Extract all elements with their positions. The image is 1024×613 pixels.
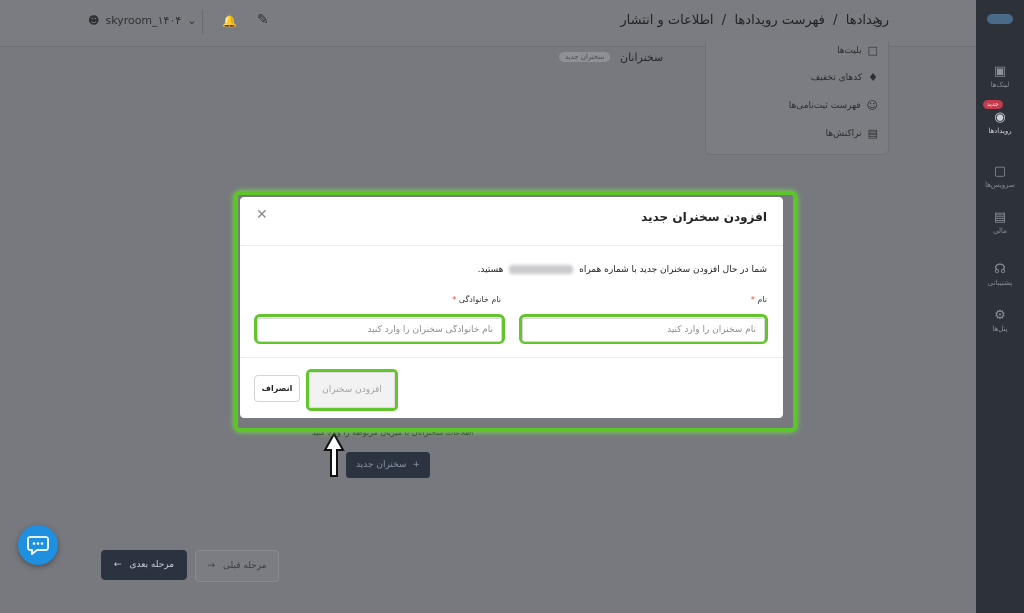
add-speaker-modal: افزودن سخنران جدید ✕ شما در حال افزودن س…: [240, 197, 783, 418]
breadcrumb: رویدادها / فهرست رویدادها / اطلاعات و ان…: [620, 13, 889, 28]
location-icon: ◉: [994, 110, 1006, 125]
logo: [987, 14, 1013, 24]
headset-icon: ☊: [994, 262, 1006, 277]
menu-item-discounts[interactable]: ♦ کدهای تخفیف: [811, 71, 878, 84]
breadcrumb-events[interactable]: رویدادها: [846, 13, 889, 28]
speakers-tag: سخنران جدید: [559, 52, 611, 62]
modal-description: شما در حال افزودن سخنران جدید با شماره ه…: [478, 265, 767, 275]
chevron-right-icon[interactable]: ›: [874, 10, 880, 29]
sidebar-item-links[interactable]: ▣ لینک‌ها: [976, 64, 1024, 89]
user-menu[interactable]: ☻ skyroom_۱۴۰۴ ⌄: [88, 14, 197, 27]
description-suffix: هستید.: [477, 265, 504, 275]
plus-icon: +: [412, 460, 421, 470]
breadcrumb-events-list[interactable]: فهرست رویدادها: [734, 13, 824, 28]
sidebar-item-events[interactable]: ◉ رویدادها: [976, 110, 1024, 135]
tag-icon: ♦: [868, 71, 878, 84]
description-prefix: شما در حال افزودن سخنران جدید با شماره ه…: [579, 265, 767, 275]
menu-item-tickets[interactable]: □ بلیت‌ها: [837, 44, 878, 57]
breadcrumb-info-publish: اطلاعات و انتشار: [620, 13, 714, 28]
add-speaker-highlight: افزودن سخنران: [306, 369, 398, 411]
topbar-divider: [202, 10, 203, 34]
bell-icon[interactable]: 🔔: [222, 14, 237, 28]
add-speaker-button[interactable]: افزودن سخنران: [309, 372, 395, 408]
modal-footer-divider: [240, 357, 783, 358]
next-step-label: مرحله بعدی: [129, 560, 175, 570]
settings-icon: ⚙: [994, 308, 1006, 323]
sidebar-item-finance[interactable]: ▤ مالی: [976, 210, 1024, 235]
link-icon: ▣: [993, 64, 1007, 79]
menu-item-registrants[interactable]: ☺ فهرست ثبت‌نامی‌ها: [789, 99, 878, 112]
modal-header-divider: [240, 245, 783, 246]
ticket-icon: □: [867, 44, 878, 57]
chat-bubble-icon: [27, 536, 49, 555]
last-name-label: نام خانوادگی *: [452, 295, 501, 304]
cancel-button[interactable]: انصراف: [254, 375, 300, 402]
menu-item-transactions[interactable]: ▤ تراکنش‌ها: [826, 127, 878, 140]
pointer-arrow-icon: [323, 432, 345, 477]
card-icon: ▤: [993, 210, 1007, 225]
chat-support-button[interactable]: [18, 525, 58, 565]
last-name-highlight: [254, 314, 505, 344]
user-icon: ☻: [88, 14, 100, 27]
close-icon[interactable]: ✕: [256, 207, 268, 223]
new-badge: جدید: [983, 100, 1003, 109]
users-icon: ☺: [866, 99, 878, 112]
last-name-input[interactable]: [257, 318, 502, 342]
first-name-input[interactable]: [522, 318, 765, 342]
modal-title: افزودن سخنران جدید: [641, 210, 767, 224]
speakers-title: سخنرانان: [620, 51, 664, 64]
next-step-button[interactable]: ← مرحله بعدی: [101, 550, 187, 580]
sidebar: [976, 0, 1024, 613]
username: skyroom_۱۴۰۴: [105, 14, 182, 27]
new-speaker-label: سخنران جدید: [355, 460, 407, 470]
arrow-right-icon: →: [207, 561, 216, 571]
masked-phone-number: [509, 265, 574, 274]
arrow-left-icon: ←: [113, 560, 122, 570]
chevron-down-icon: ⌄: [187, 14, 197, 27]
sidebar-item-panels[interactable]: ⚙ پنل‌ها: [976, 308, 1024, 333]
edit-icon[interactable]: ✎: [257, 12, 269, 28]
receipt-icon: ▤: [867, 127, 878, 140]
cube-icon: ▢: [993, 164, 1007, 179]
first-name-label: نام *: [750, 295, 767, 304]
first-name-highlight: [519, 314, 768, 344]
sidebar-item-support[interactable]: ☊ پشتیبانی: [976, 262, 1024, 287]
previous-step-button[interactable]: → مرحله قبلی: [195, 550, 279, 582]
sidebar-item-services[interactable]: ▢ سرویس‌ها: [976, 164, 1024, 189]
previous-step-label: مرحله قبلی: [223, 561, 267, 571]
new-speaker-button[interactable]: سخنران جدید +: [346, 452, 430, 478]
